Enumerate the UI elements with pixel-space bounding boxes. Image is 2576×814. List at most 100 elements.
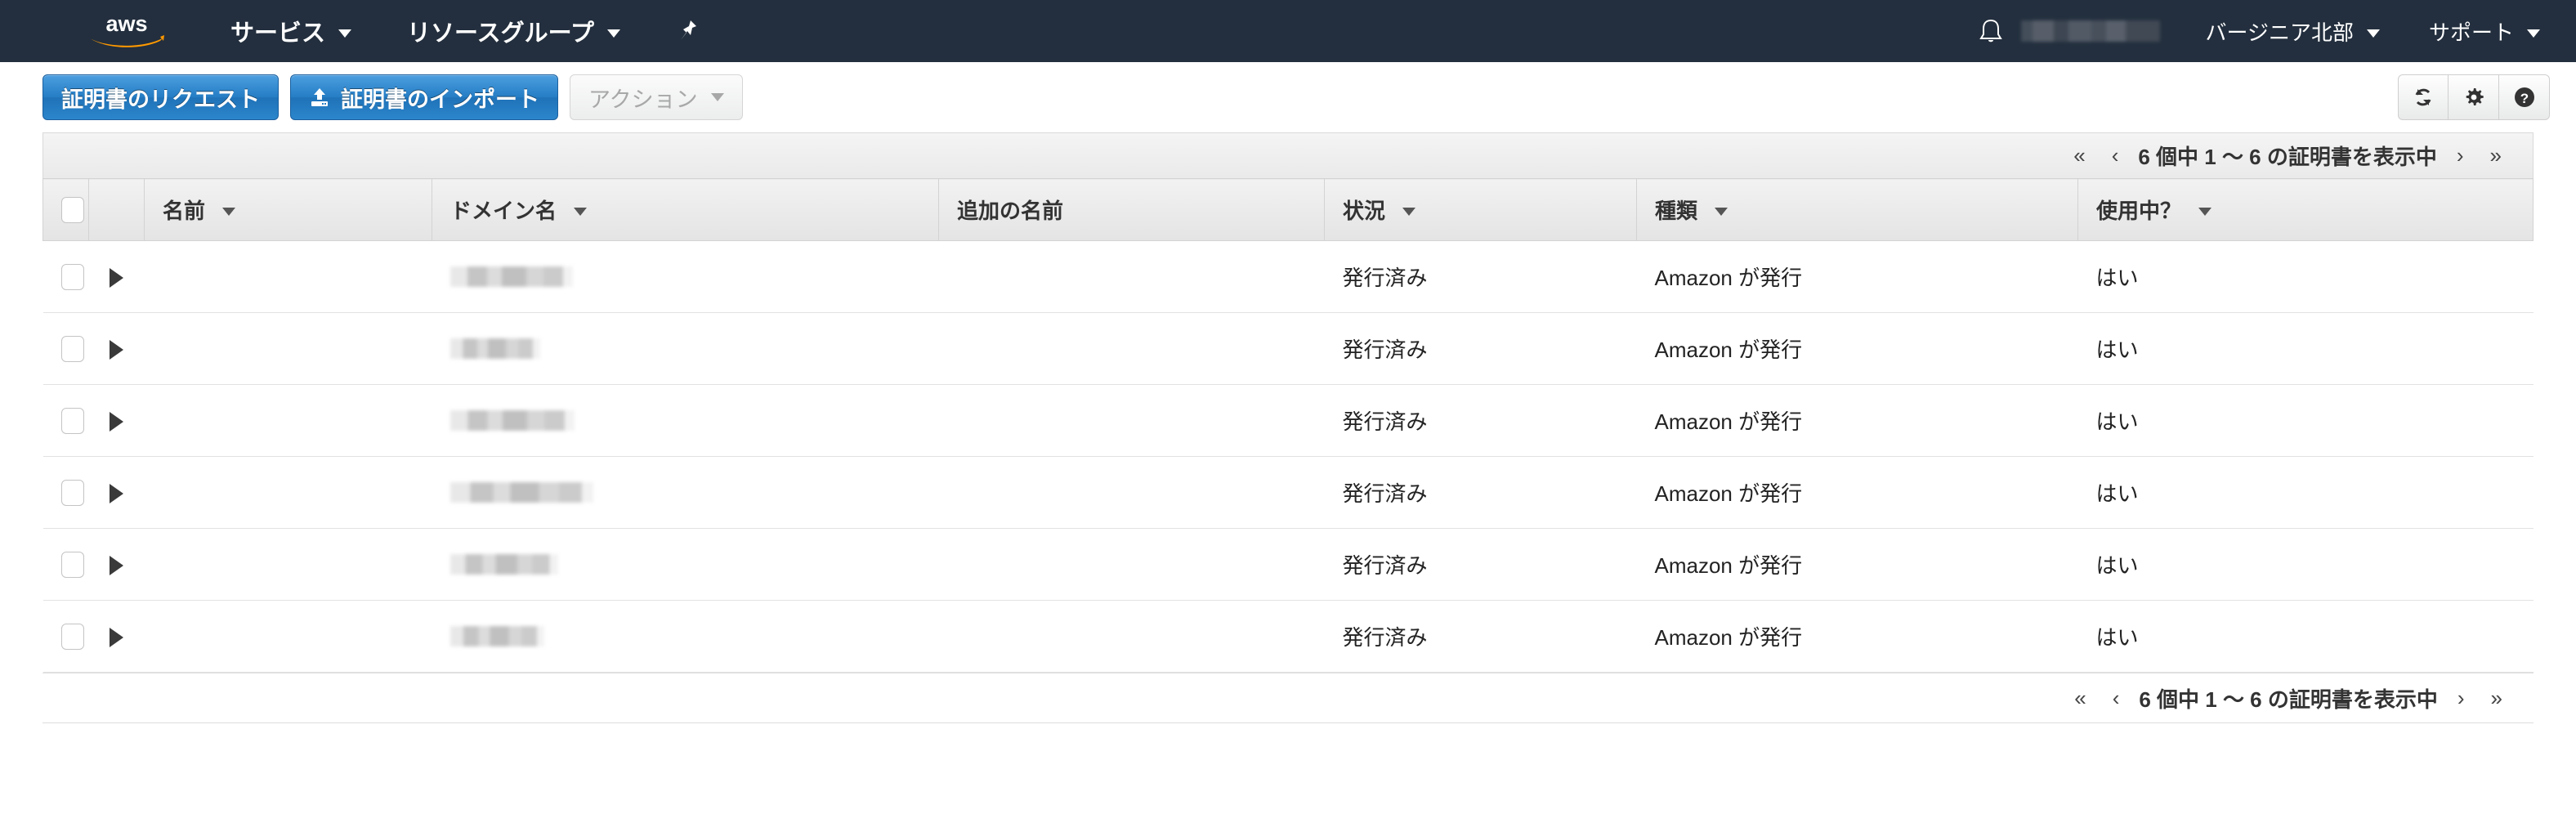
pushpin-icon[interactable] [678, 19, 699, 43]
pagination-next-button[interactable]: › [2444, 143, 2477, 168]
row-checkbox[interactable] [60, 552, 84, 579]
row-select-cell[interactable] [42, 456, 89, 529]
row-expand-cell[interactable] [88, 240, 145, 313]
request-certificate-button[interactable]: 証明書のリクエスト [42, 74, 279, 120]
column-header-status[interactable]: 状況 [1324, 178, 1637, 241]
table-row[interactable]: 発行済み Amazon が発行 はい [42, 312, 2534, 385]
column-header-name[interactable]: 名前 [144, 178, 432, 241]
row-select-cell[interactable] [42, 384, 89, 457]
row-select-cell[interactable] [42, 312, 89, 385]
column-header-additional-names-label: 追加の名前 [957, 199, 1064, 223]
cell-in-use: はい [2077, 384, 2534, 457]
cell-additional-names [938, 384, 1325, 457]
import-certificate-label: 証明書のインポート [341, 87, 539, 112]
pagination-top: « ‹ 6 個中 1 〜 6 の証明書を表示中 › » [42, 132, 2534, 178]
sort-arrow-icon [2198, 208, 2212, 216]
row-expand-cell[interactable] [88, 456, 145, 529]
refresh-button[interactable] [2398, 74, 2449, 120]
column-header-in-use-label: 使用中？ [2096, 199, 2182, 223]
pagination-prev-button[interactable]: ‹ [2100, 686, 2133, 711]
sort-arrow-icon [1402, 208, 1416, 216]
row-checkbox[interactable] [60, 336, 84, 363]
cell-domain [432, 600, 939, 673]
cell-additional-names [938, 456, 1325, 529]
column-header-domain[interactable]: ドメイン名 [432, 178, 939, 241]
certificates-table: 名前 ドメイン名 追加の名前 状況 種類 使用中？ 発行済み Amazon が発… [42, 178, 2534, 673]
table-row[interactable]: 発行済み Amazon が発行 はい [42, 456, 2534, 529]
expand-row-icon[interactable] [110, 484, 123, 504]
row-select-cell[interactable] [42, 600, 89, 673]
pagination-first-button[interactable]: « [2061, 686, 2099, 711]
column-header-domain-label: ドメイン名 [450, 199, 557, 223]
select-all-checkbox[interactable] [61, 197, 84, 224]
pagination-prev-button[interactable]: ‹ [2099, 143, 2132, 168]
row-checkbox[interactable] [60, 480, 84, 507]
row-select-cell[interactable] [42, 240, 89, 313]
cell-name [144, 240, 432, 313]
select-all-header[interactable] [42, 178, 89, 241]
row-expand-cell[interactable] [88, 600, 145, 673]
request-certificate-label: 証明書のリクエスト [61, 87, 260, 112]
domain-redacted [449, 554, 558, 575]
actions-button[interactable]: アクション [570, 74, 743, 120]
expand-row-icon[interactable] [110, 556, 123, 576]
pagination-bottom: « ‹ 6 個中 1 〜 6 の証明書を表示中 › » [42, 673, 2534, 723]
column-header-name-label: 名前 [163, 199, 206, 223]
aws-logo[interactable]: aws [78, 12, 175, 50]
pagination-last-button[interactable]: » [2478, 686, 2516, 711]
upload-icon [309, 87, 330, 108]
chevron-down-icon [606, 29, 620, 38]
column-header-status-label: 状況 [1343, 199, 1386, 223]
nav-item-services[interactable]: サービス [222, 14, 360, 48]
account-name-redacted[interactable] [2020, 20, 2160, 42]
cell-domain [432, 240, 939, 313]
expand-row-icon[interactable] [110, 340, 123, 360]
pagination-summary: 6 個中 1 〜 6 の証明書を表示中 [2139, 687, 2438, 712]
row-expand-cell[interactable] [88, 312, 145, 385]
expand-row-icon[interactable] [110, 268, 123, 288]
row-checkbox[interactable] [60, 264, 84, 291]
cell-status: 発行済み [1324, 528, 1637, 601]
column-header-additional-names[interactable]: 追加の名前 [938, 178, 1325, 241]
nav-item-resource-groups-label: リソースグループ [407, 20, 594, 47]
row-expand-cell[interactable] [88, 528, 145, 601]
cell-type: Amazon が発行 [1636, 600, 2078, 673]
bell-icon[interactable] [1979, 17, 2003, 45]
cell-status: 発行済み [1324, 384, 1637, 457]
expand-row-icon[interactable] [110, 412, 123, 432]
cell-name [144, 528, 432, 601]
column-header-type[interactable]: 種類 [1636, 178, 2078, 241]
nav-item-resource-groups[interactable]: リソースグループ [399, 14, 628, 48]
sort-arrow-icon [1715, 208, 1729, 216]
top-navigation-bar: aws サービス リソースグループ バージニア北部 サポート [0, 0, 2576, 62]
pagination-next-button[interactable]: › [2444, 686, 2478, 711]
row-checkbox[interactable] [60, 408, 84, 435]
support-menu[interactable]: サポート [2421, 16, 2548, 47]
cell-additional-names [938, 312, 1325, 385]
toolbar-icon-group: ? [2398, 74, 2550, 120]
import-certificate-button[interactable]: 証明書のインポート [290, 74, 558, 120]
cell-status: 発行済み [1324, 240, 1637, 313]
help-button[interactable]: ? [2499, 74, 2550, 120]
table-row[interactable]: 発行済み Amazon が発行 はい [42, 240, 2534, 313]
expand-row-icon[interactable] [110, 628, 123, 648]
row-checkbox[interactable] [60, 624, 84, 651]
cell-domain [432, 456, 939, 529]
chevron-down-icon [338, 29, 352, 38]
column-header-in-use[interactable]: 使用中？ [2077, 178, 2534, 241]
region-selector-label: バージニア北部 [2205, 20, 2354, 45]
pagination-last-button[interactable]: » [2477, 143, 2515, 168]
row-expand-cell[interactable] [88, 384, 145, 457]
expand-column-header [88, 178, 145, 241]
table-row[interactable]: 発行済み Amazon が発行 はい [42, 600, 2534, 673]
cell-in-use: はい [2077, 528, 2534, 601]
nav-right-group: バージニア北部 サポート [1979, 0, 2576, 62]
region-selector[interactable]: バージニア北部 [2198, 16, 2388, 47]
settings-button[interactable] [2449, 74, 2499, 120]
pagination-first-button[interactable]: « [2060, 143, 2098, 168]
table-body: 発行済み Amazon が発行 はい 発行済み Amazon が発行 はい 発行済み Amaz… [42, 240, 2534, 673]
table-row[interactable]: 発行済み Amazon が発行 はい [42, 528, 2534, 601]
table-row[interactable]: 発行済み Amazon が発行 はい [42, 384, 2534, 457]
row-select-cell[interactable] [42, 528, 89, 601]
cell-name [144, 384, 432, 457]
